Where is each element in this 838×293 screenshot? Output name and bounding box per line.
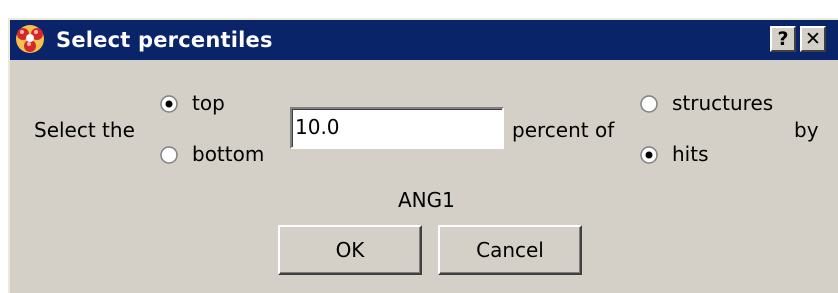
radio-bottom-label: bottom [192,142,265,166]
percent-field[interactable] [290,107,504,149]
radio-hits-label: hits [672,142,709,166]
target-name-label: ANG1 [398,188,455,212]
radio-structures-label: structures [672,91,774,115]
app-molecule-icon [16,25,44,53]
percent-of-label: percent of [512,118,615,142]
radio-top-selected-icon[interactable] [160,95,178,113]
window-title: Select percentiles [56,28,273,52]
radio-structures-unselected-icon[interactable] [640,95,658,113]
prefix-label: Select the [34,118,135,142]
cancel-button[interactable]: Cancel [438,225,582,275]
percent-input[interactable] [295,112,495,142]
close-button[interactable]: ✕ [800,26,826,52]
radio-top-label: top [192,91,225,115]
by-label: by [794,118,819,142]
help-button[interactable]: ? [770,26,796,52]
radio-hits-selected-icon[interactable] [640,146,658,164]
select-percentiles-dialog: Select percentiles ? ✕ Select the top bo… [8,18,838,293]
title-bar[interactable]: Select percentiles ? ✕ [10,20,838,60]
radio-bottom-unselected-icon[interactable] [160,146,178,164]
ok-button[interactable]: OK [278,225,422,275]
